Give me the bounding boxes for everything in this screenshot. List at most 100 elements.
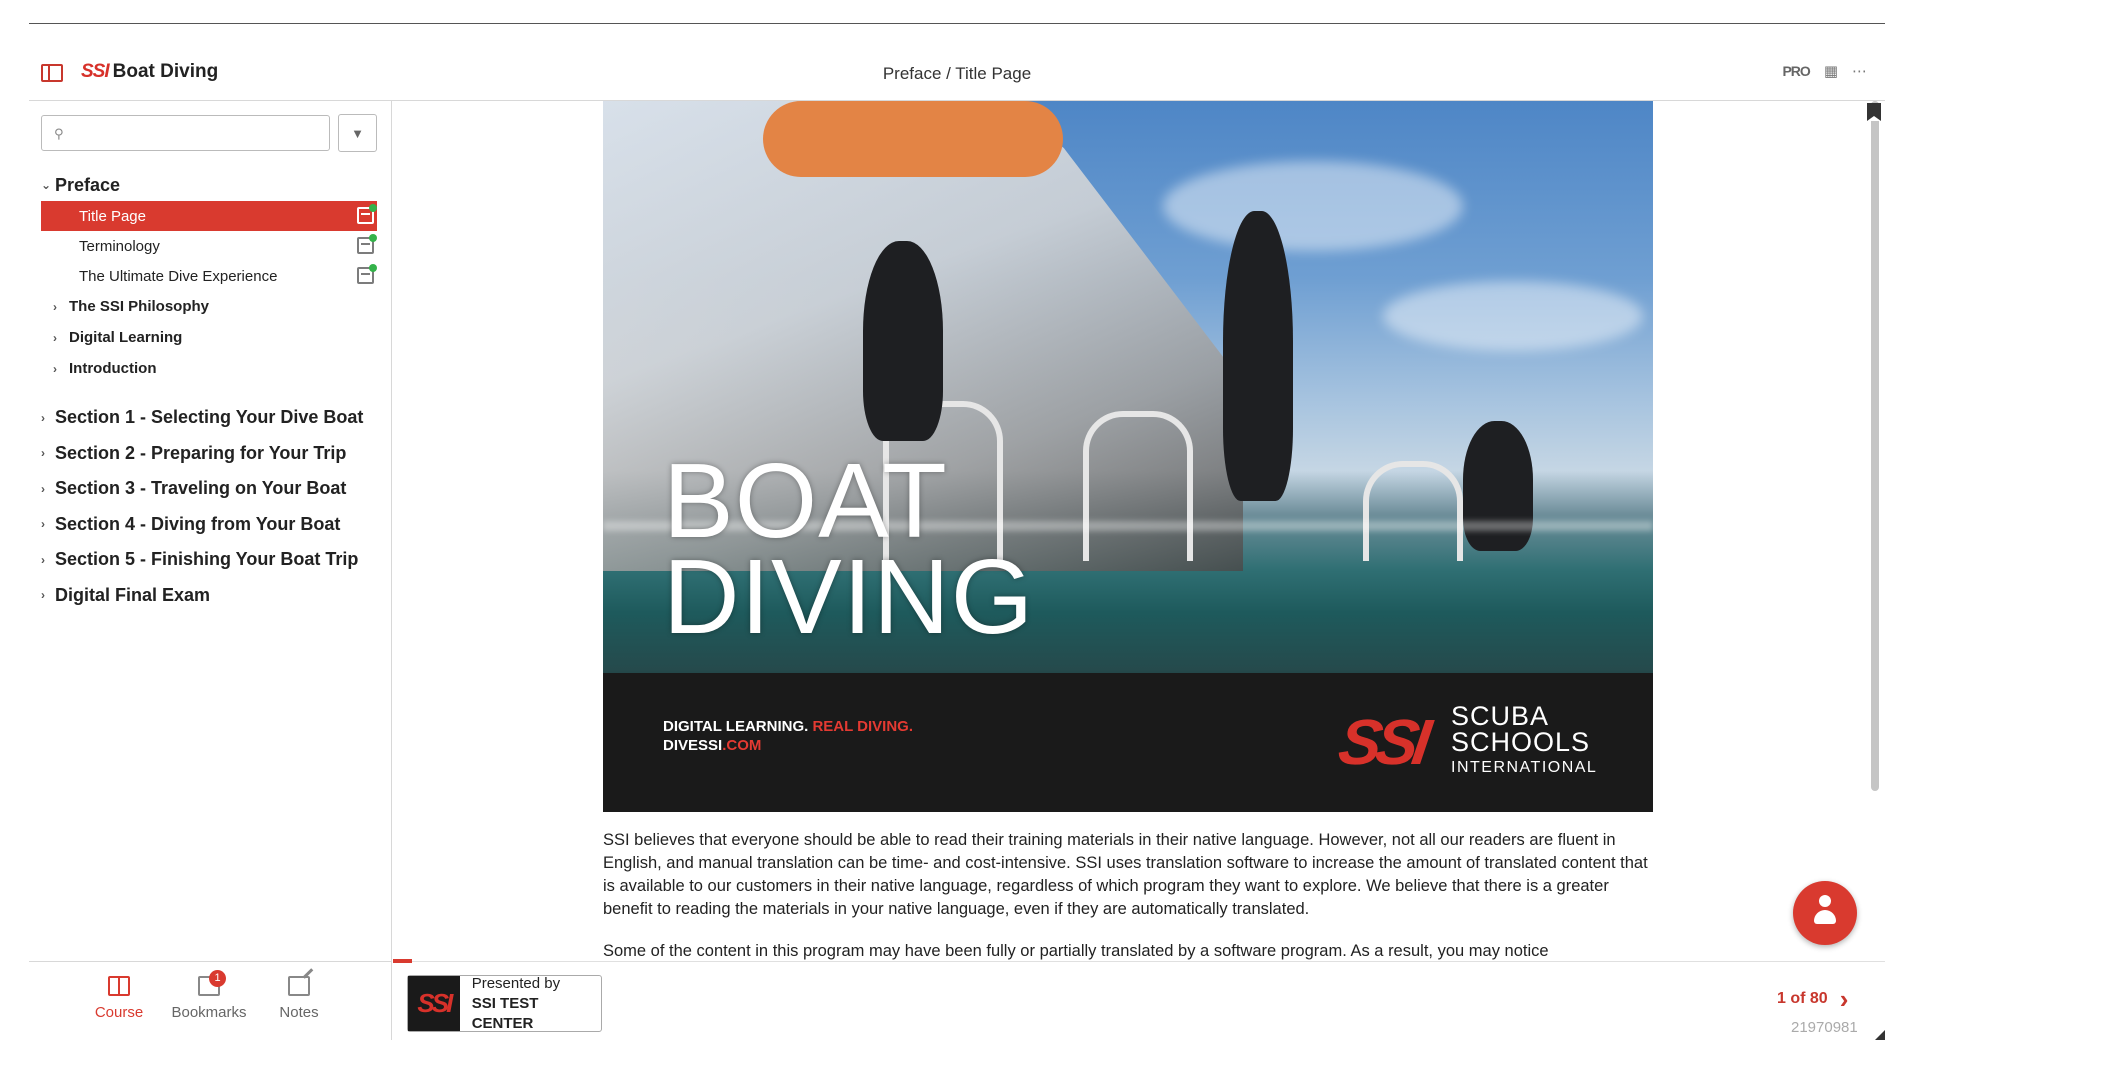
- org-line: SCUBA: [1451, 701, 1550, 731]
- page-title: Preface / Title Page: [882, 64, 1032, 83]
- toc-item-label: Title Page: [79, 207, 146, 225]
- nav-course[interactable]: Course: [79, 976, 159, 1021]
- chevron-right-icon: ›: [41, 410, 45, 425]
- sidebar: ⚲ ▼ ⌄ Preface Title Page Terminology The…: [29, 101, 392, 961]
- reading-progress-bar: [393, 959, 412, 963]
- chevron-right-icon: ›: [41, 446, 45, 461]
- pager: 1 of 80 ›: [1777, 986, 1849, 1012]
- chevron-right-icon: ›: [53, 299, 57, 314]
- toc-group-introduction[interactable]: › Introduction: [41, 353, 377, 384]
- chevron-right-icon: ›: [41, 588, 45, 603]
- nav-bookmarks-label: Bookmarks: [171, 1004, 247, 1021]
- bookmark-icon: 1: [198, 970, 226, 996]
- bookmark-page-icon[interactable]: [1867, 103, 1881, 121]
- page-count: 1 of 80: [1777, 990, 1828, 1007]
- toc-item-title-page[interactable]: Title Page: [41, 201, 377, 231]
- nav-bookmarks[interactable]: 1 Bookmarks: [169, 970, 249, 1021]
- chevron-right-icon: ›: [41, 517, 45, 532]
- bookmark-count-badge: 1: [209, 970, 226, 987]
- ssi-logo-icon: SSI: [408, 976, 460, 1031]
- url-white: DIVESSI: [663, 737, 723, 754]
- chevron-right-icon: ›: [41, 481, 45, 496]
- toc-item-label: The Ultimate Dive Experience: [79, 267, 278, 285]
- filter-icon: ▼: [351, 125, 364, 141]
- document-id: 21970981: [1791, 1019, 1858, 1036]
- tagline-white: DIGITAL LEARNING.: [663, 718, 809, 735]
- toc-item-label: Terminology: [79, 237, 160, 255]
- app-window: SSI Boat Diving Preface / Title Page PRO…: [29, 0, 1885, 1040]
- toc-group-label: Digital Learning: [69, 329, 183, 346]
- center-name: SSI TEST CENTER: [471, 994, 539, 1032]
- toc-group-label: Introduction: [69, 360, 157, 377]
- instructor-button[interactable]: [1793, 881, 1857, 945]
- toc-group-label: The SSI Philosophy: [69, 298, 210, 315]
- search-icon: ⚲: [54, 126, 64, 141]
- page-complete-icon: [357, 204, 377, 224]
- table-of-contents: ⌄ Preface Title Page Terminology The Ult…: [41, 169, 377, 613]
- cover-title: BOAT DIVING: [663, 442, 1035, 656]
- nav-notes[interactable]: Notes: [259, 976, 339, 1021]
- person-icon: [1814, 895, 1836, 929]
- toc-group-ssi-philosophy[interactable]: › The SSI Philosophy: [41, 291, 377, 322]
- cover-title-line: DIVING: [663, 538, 1035, 656]
- filter-button[interactable]: ▼: [338, 114, 377, 152]
- toc-preface-label: Preface: [55, 174, 121, 195]
- life-raft-shape: [763, 101, 1063, 177]
- nav-course-label: Course: [94, 1004, 144, 1021]
- nav-notes-label: Notes: [279, 1004, 319, 1021]
- bottom-nav: Course 1 Bookmarks Notes: [29, 961, 392, 1040]
- toc-section-label: Digital Final Exam: [55, 584, 211, 605]
- toc-final-exam[interactable]: › Digital Final Exam: [41, 578, 377, 614]
- paragraph: Some of the content in this program may …: [603, 942, 1549, 960]
- ssi-logo-icon: SSI: [1334, 706, 1430, 778]
- tagline-red: REAL DIVING.: [812, 718, 914, 735]
- toc-section-label: Section 1 - Selecting Your Dive Boat: [55, 407, 364, 428]
- toc-section-3[interactable]: › Section 3 - Traveling on Your Boat: [41, 471, 377, 507]
- cover-tagline: DIGITAL LEARNING. REAL DIVING. DIVESSI.C…: [663, 717, 913, 755]
- cover-footer-band: DIGITAL LEARNING. REAL DIVING. DIVESSI.C…: [603, 673, 1653, 812]
- toc-section-4[interactable]: › Section 4 - Diving from Your Boat: [41, 507, 377, 543]
- diver-shape: [863, 241, 943, 441]
- toc-section-label: Section 2 - Preparing for Your Trip: [55, 442, 347, 463]
- toc-section-label: Section 5 - Finishing Your Boat Trip: [55, 549, 359, 570]
- toc-section-label: Section 4 - Diving from Your Boat: [55, 513, 341, 534]
- toc-group-digital-learning[interactable]: › Digital Learning: [41, 322, 377, 353]
- search-field[interactable]: ⚲: [41, 115, 330, 151]
- scrollbar[interactable]: [1871, 101, 1879, 791]
- ssi-wordmark: SCUBA SCHOOLS INTERNATIONAL: [1451, 703, 1597, 781]
- paragraph: SSI believes that everyone should be abl…: [603, 831, 1648, 918]
- grid-view-icon[interactable]: ▦: [1824, 62, 1838, 80]
- cover-title-line: BOAT: [663, 442, 948, 560]
- search-input[interactable]: [74, 119, 324, 147]
- edit-note-icon: [288, 976, 310, 996]
- toc-section-2[interactable]: › Section 2 - Preparing for Your Trip: [41, 436, 377, 472]
- diver-shape: [1463, 421, 1533, 551]
- next-page-icon[interactable]: ›: [1840, 986, 1849, 1012]
- book-icon: [108, 976, 130, 996]
- presented-by-text: Presented by SSI TEST CENTER: [472, 974, 601, 1034]
- toc-section-5[interactable]: › Section 5 - Finishing Your Boat Trip: [41, 542, 377, 578]
- more-options-icon[interactable]: ⋯: [1852, 62, 1867, 80]
- page-complete-icon: [357, 234, 377, 254]
- chevron-right-icon: ›: [41, 552, 45, 567]
- ladder-shape: [1363, 461, 1463, 561]
- chevron-right-icon: ›: [53, 330, 57, 345]
- ssi-logo: SSI SCUBA SCHOOLS INTERNATIONAL: [1321, 703, 1597, 781]
- toc-section-label: Section 3 - Traveling on Your Boat: [55, 478, 347, 499]
- org-line: SCHOOLS: [1451, 727, 1591, 757]
- toc-preface[interactable]: ⌄ Preface: [41, 169, 377, 201]
- toc-item-ultimate-dive-experience[interactable]: The Ultimate Dive Experience: [41, 261, 377, 291]
- chevron-right-icon: ›: [53, 361, 57, 376]
- content-pane[interactable]: BOAT DIVING DIGITAL LEARNING. REAL DIVIN…: [393, 101, 1885, 961]
- presented-by-card: SSI Presented by SSI TEST CENTER: [407, 975, 602, 1032]
- pro-icon[interactable]: PRO: [1782, 63, 1810, 79]
- chevron-down-icon: ⌄: [41, 178, 52, 192]
- url-red: .COM: [722, 737, 762, 754]
- toc-item-terminology[interactable]: Terminology: [41, 231, 377, 261]
- header-bar: SSI Boat Diving Preface / Title Page PRO…: [29, 24, 1885, 101]
- header-actions: PRO ▦ ⋯: [1782, 62, 1867, 80]
- ladder-shape: [1083, 411, 1193, 561]
- toc-section-1[interactable]: › Section 1 - Selecting Your Dive Boat: [41, 400, 377, 436]
- toc-spacer: [41, 384, 377, 400]
- body-text: SSI believes that everyone should be abl…: [603, 829, 1653, 961]
